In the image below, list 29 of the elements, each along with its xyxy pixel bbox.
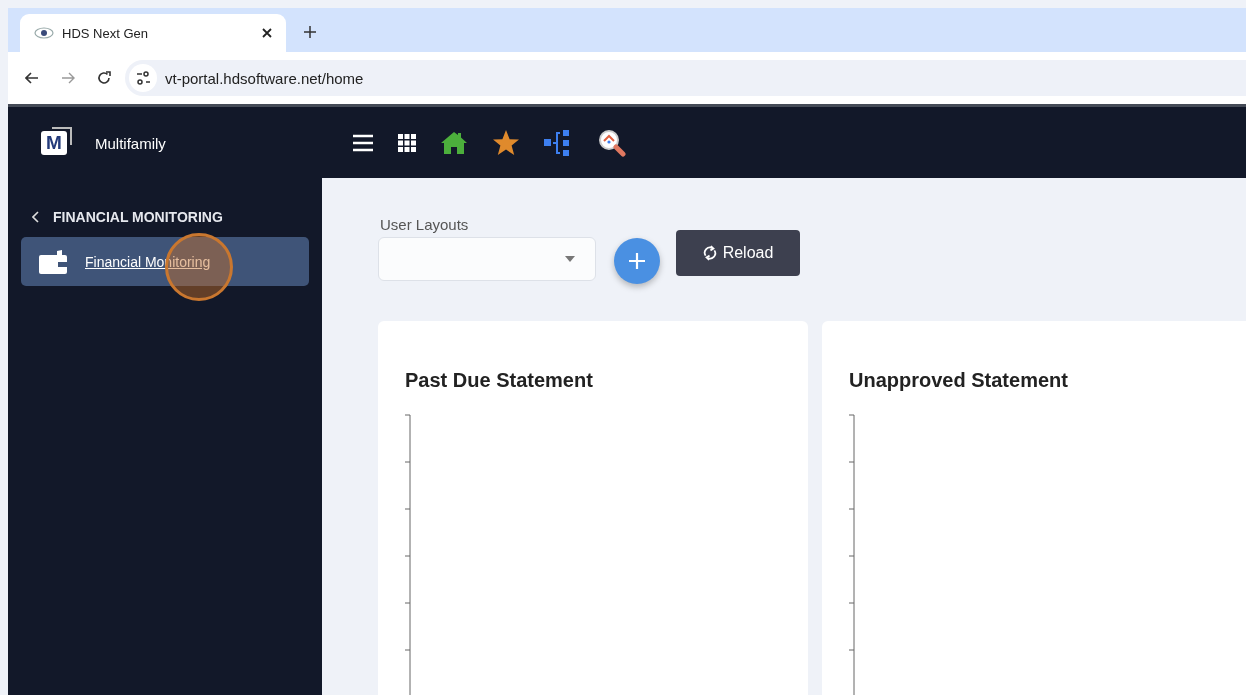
menu-icon[interactable] [352, 133, 374, 152]
reload-icon[interactable] [97, 71, 111, 85]
address-bar[interactable]: vt-portal.hdsoftware.net/home [125, 60, 1246, 96]
home-search-icon[interactable] [598, 128, 626, 157]
url-text: vt-portal.hdsoftware.net/home [165, 69, 364, 87]
reload-button[interactable]: Reload [676, 230, 800, 276]
dropdown-caret-icon [565, 256, 575, 262]
browser-tab[interactable]: HDS Next Gen [20, 14, 286, 52]
tab-title: HDS Next Gen [62, 25, 149, 41]
brand-name: Multifamily [95, 134, 166, 152]
site-settings-icon[interactable] [129, 64, 157, 92]
wallet-icon [39, 249, 67, 274]
sidebar-item[interactable]: Financial Monitoring [21, 237, 309, 286]
plus-icon [629, 253, 645, 269]
star-icon[interactable] [492, 129, 520, 156]
close-icon[interactable] [262, 28, 272, 38]
site-favicon-icon [34, 27, 54, 39]
forward-arrow-icon[interactable] [61, 72, 75, 84]
apps-grid-icon[interactable] [398, 133, 416, 152]
field-label: User Layouts [379, 216, 470, 233]
new-tab-plus-icon[interactable] [304, 26, 316, 38]
back-arrow-icon[interactable] [25, 72, 39, 84]
home-icon[interactable] [440, 130, 468, 155]
refresh-icon [702, 245, 717, 261]
card-title: Past Due Statement [405, 369, 594, 392]
card-title: Unapproved Statement [849, 369, 1069, 392]
chevron-left-icon[interactable] [32, 211, 39, 223]
add-button[interactable] [614, 238, 660, 284]
section-title[interactable]: FINANCIAL MONITORING [53, 209, 223, 225]
